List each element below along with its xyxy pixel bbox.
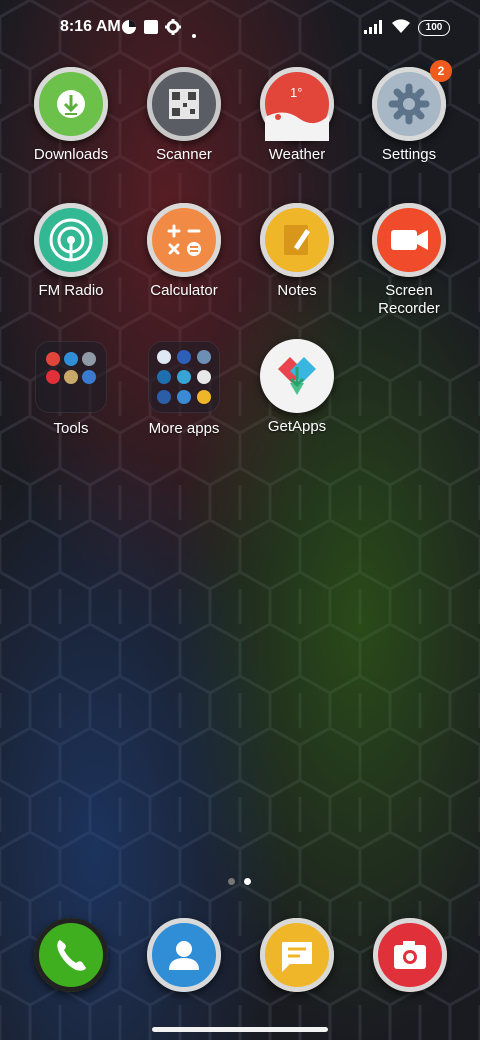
page-indicator [0,878,480,888]
app-label: FM Radio [38,282,104,299]
battery-icon: 100 [418,20,450,36]
app-getapps[interactable]: GetApps [241,339,353,436]
folder-icon [35,341,107,413]
dock-phone-button[interactable] [34,918,108,992]
app-notes[interactable]: Notes [241,203,353,300]
app-label: Downloads [33,146,109,163]
notes-icon [260,203,334,277]
label-line: Screen [385,282,433,299]
wifi-icon [391,18,411,39]
app-fm-radio[interactable]: FM Radio [15,203,127,300]
app-label: Scanner [156,146,212,163]
app-weather[interactable]: 1° Weather [241,67,353,164]
data-saver-icon [121,19,137,40]
app-label: Weather [268,146,326,163]
app-calculator[interactable]: Calculator [128,203,240,300]
app-screen-recorder[interactable]: Screen Recorder [353,203,465,318]
dock-camera-button[interactable] [373,918,447,992]
page-dot-active[interactable] [244,878,251,885]
app-label: Calculator [150,282,218,299]
app-scanner[interactable]: Scanner [128,67,240,164]
status-time: 8:16 AM [60,18,121,35]
page-dot[interactable] [228,878,235,885]
dock-messages-button[interactable] [260,918,334,992]
qr-code-icon [147,67,221,141]
notification-badge: 2 [430,60,452,82]
folder-tools[interactable]: Tools [15,339,127,438]
home-gesture-bar[interactable] [152,1027,328,1032]
weather-temperature: 1° [290,85,303,100]
video-camera-icon [372,203,446,277]
app-label: Tools [53,420,89,437]
app-label: More apps [148,420,220,437]
app-label: Screen Recorder [353,282,465,318]
folder-icon [148,341,220,413]
notification-square-icon [143,19,159,40]
app-label: GetApps [267,418,327,435]
messages-icon [282,942,312,972]
app-downloads[interactable]: Downloads [15,67,127,164]
label-line: Recorder [378,300,440,317]
app-label: Notes [277,282,317,299]
dot-icon [192,25,196,43]
phone-icon [57,940,86,971]
app-settings[interactable]: Settings [353,67,465,164]
dock-contacts-button[interactable] [147,918,221,992]
gear-icon [165,19,181,40]
getapps-icon [260,339,334,413]
calculator-icon [147,203,221,277]
radio-icon [34,203,108,277]
app-label: Settings [381,146,437,163]
download-icon [34,67,108,141]
contacts-icon [169,941,199,970]
signal-icon [364,20,386,39]
status-bar: 8:16 AM 100 [0,0,480,56]
camera-icon [394,941,426,969]
weather-icon: 1° [260,67,334,141]
folder-more-apps[interactable]: More apps [128,339,240,438]
